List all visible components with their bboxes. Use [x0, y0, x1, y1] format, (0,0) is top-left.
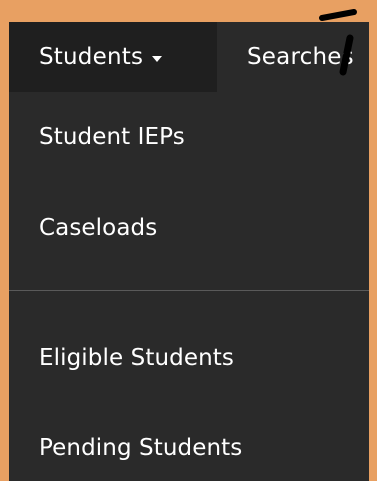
menu-item-pending-students[interactable]: Pending Students	[39, 435, 242, 461]
menu-divider	[9, 290, 369, 291]
navbar: Students Searches	[9, 22, 369, 92]
students-tab-label: Students	[39, 44, 144, 70]
app-panel: Students Searches Student IEPs Caseloads…	[9, 22, 369, 481]
menu-item-student-ieps[interactable]: Student IEPs	[39, 124, 185, 150]
pen-stroke-icon	[319, 9, 357, 76]
menu-item-eligible-students[interactable]: Eligible Students	[39, 345, 234, 371]
caret-down-icon	[152, 55, 163, 62]
students-dropdown-toggle[interactable]: Students	[9, 22, 217, 92]
menu-item-caseloads[interactable]: Caseloads	[39, 215, 157, 241]
